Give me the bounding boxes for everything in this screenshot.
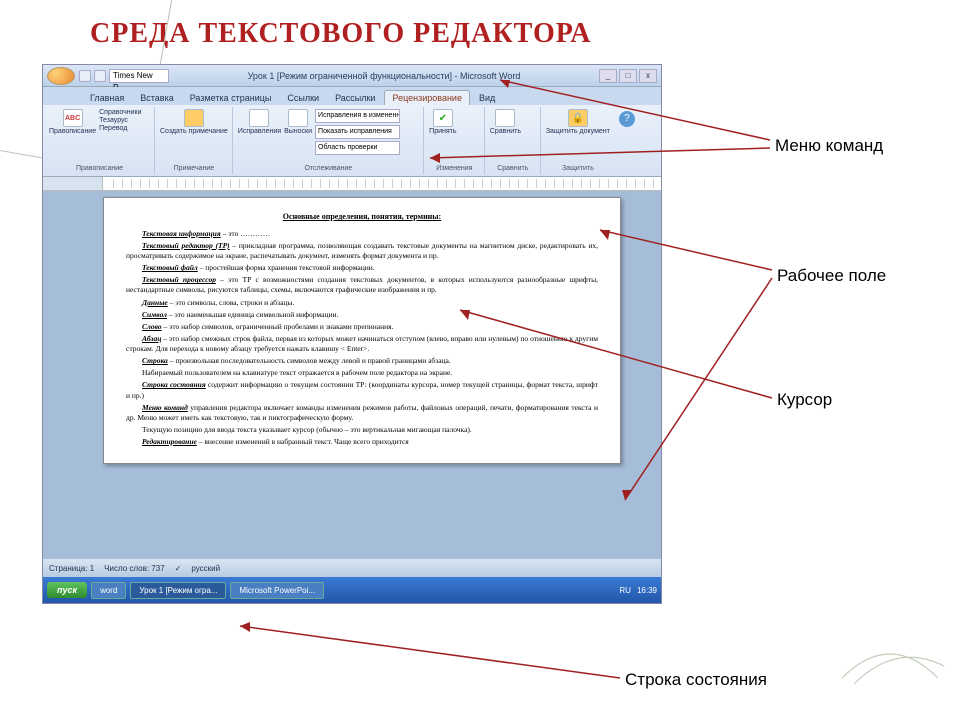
status-proof-icon[interactable]: ✓ bbox=[175, 564, 182, 573]
system-tray[interactable]: RU 16:39 bbox=[619, 586, 657, 595]
slide-corner-decoration bbox=[830, 570, 950, 690]
compare-button[interactable]: Сравнить bbox=[490, 109, 521, 135]
undo-icon[interactable] bbox=[94, 70, 106, 82]
group-compare-label: Сравнить bbox=[490, 165, 536, 172]
status-bar: Страница: 1 Число слов: 737 ✓ русский bbox=[43, 559, 661, 577]
tray-clock: 16:39 bbox=[637, 586, 657, 595]
help-button[interactable]: ? bbox=[619, 111, 635, 127]
lock-icon: 🔒 bbox=[568, 109, 588, 127]
protect-button[interactable]: 🔒Защитить документ bbox=[546, 109, 610, 135]
callout-workspace: Рабочее поле bbox=[777, 266, 886, 286]
tab-layout[interactable]: Разметка страницы bbox=[183, 91, 279, 105]
track-icon bbox=[249, 109, 269, 127]
taskbar-word[interactable]: word bbox=[91, 582, 126, 599]
callout-statusbar: Строка состояния bbox=[625, 670, 767, 690]
group-comments-label: Примечание bbox=[160, 165, 228, 172]
group-protect-label: Защитить bbox=[546, 165, 610, 172]
group-tracking-label: Отслеживание bbox=[238, 165, 419, 172]
balloons-button[interactable]: Выноски bbox=[284, 109, 312, 157]
title-bar: Times New R… Урок 1 [Режим ограниченной … bbox=[43, 65, 661, 87]
horizontal-ruler[interactable] bbox=[43, 177, 661, 191]
tab-references[interactable]: Ссылки bbox=[280, 91, 326, 105]
tab-review[interactable]: Рецензирование bbox=[384, 90, 470, 105]
font-selector[interactable]: Times New R… bbox=[109, 69, 169, 83]
compare-icon bbox=[495, 109, 515, 127]
windows-taskbar: пуск word Урок 1 [Режим огра... Microsof… bbox=[43, 577, 661, 603]
tab-mailings[interactable]: Рассылки bbox=[328, 91, 382, 105]
reviewing-pane-dropdown[interactable]: Область проверки bbox=[315, 141, 400, 155]
translate-button[interactable]: Перевод bbox=[99, 125, 141, 132]
new-comment-button[interactable]: Создать примечание bbox=[160, 109, 228, 135]
tab-view[interactable]: Вид bbox=[472, 91, 502, 105]
window-title: Урок 1 [Режим ограниченной функционально… bbox=[169, 71, 599, 81]
abc-icon: ABC bbox=[63, 109, 83, 127]
status-words[interactable]: Число слов: 737 bbox=[104, 564, 164, 573]
tab-home[interactable]: Главная bbox=[83, 91, 131, 105]
status-language[interactable]: русский bbox=[191, 564, 220, 573]
track-changes-button[interactable]: Исправления bbox=[238, 109, 281, 157]
accept-icon: ✔ bbox=[433, 109, 453, 127]
spellcheck-button[interactable]: ABCПравописание bbox=[49, 109, 96, 135]
tray-language[interactable]: RU bbox=[619, 586, 631, 595]
word-window: Times New R… Урок 1 [Режим ограниченной … bbox=[42, 64, 662, 604]
ribbon: ABCПравописание Справочники Тезаурус Пер… bbox=[43, 105, 661, 177]
office-button[interactable] bbox=[47, 67, 75, 85]
status-page[interactable]: Страница: 1 bbox=[49, 564, 94, 573]
close-button[interactable]: x bbox=[639, 69, 657, 83]
callout-cursor: Курсор bbox=[777, 390, 832, 410]
doc-heading: Основные определения, понятия, термины: bbox=[126, 212, 598, 223]
show-markup-dropdown[interactable]: Показать исправления bbox=[315, 125, 400, 139]
taskbar-ppt[interactable]: Microsoft PowerPoi... bbox=[230, 582, 324, 599]
callout-menu: Меню команд bbox=[775, 136, 883, 156]
research-button[interactable]: Справочники bbox=[99, 109, 141, 116]
quick-access-toolbar: Times New R… bbox=[79, 69, 169, 83]
group-proofing-label: Правописание bbox=[49, 165, 150, 172]
start-button[interactable]: пуск bbox=[47, 582, 87, 598]
document-page[interactable]: Основные определения, понятия, термины: … bbox=[103, 197, 621, 464]
taskbar-doc[interactable]: Урок 1 [Режим огра... bbox=[130, 582, 226, 599]
ribbon-tabs: Главная Вставка Разметка страницы Ссылки… bbox=[43, 87, 661, 105]
group-changes-label: Изменения bbox=[429, 165, 480, 172]
tab-insert[interactable]: Вставка bbox=[133, 91, 180, 105]
document-area[interactable]: Основные определения, понятия, термины: … bbox=[43, 191, 661, 559]
maximize-button[interactable]: □ bbox=[619, 69, 637, 83]
thesaurus-button[interactable]: Тезаурус bbox=[99, 117, 141, 124]
minimize-button[interactable]: _ bbox=[599, 69, 617, 83]
comment-icon bbox=[184, 109, 204, 127]
display-mode-dropdown[interactable]: Исправления в измененном документе bbox=[315, 109, 400, 123]
balloon-icon bbox=[288, 109, 308, 127]
save-icon[interactable] bbox=[79, 70, 91, 82]
accept-button[interactable]: ✔Принять bbox=[429, 109, 457, 135]
